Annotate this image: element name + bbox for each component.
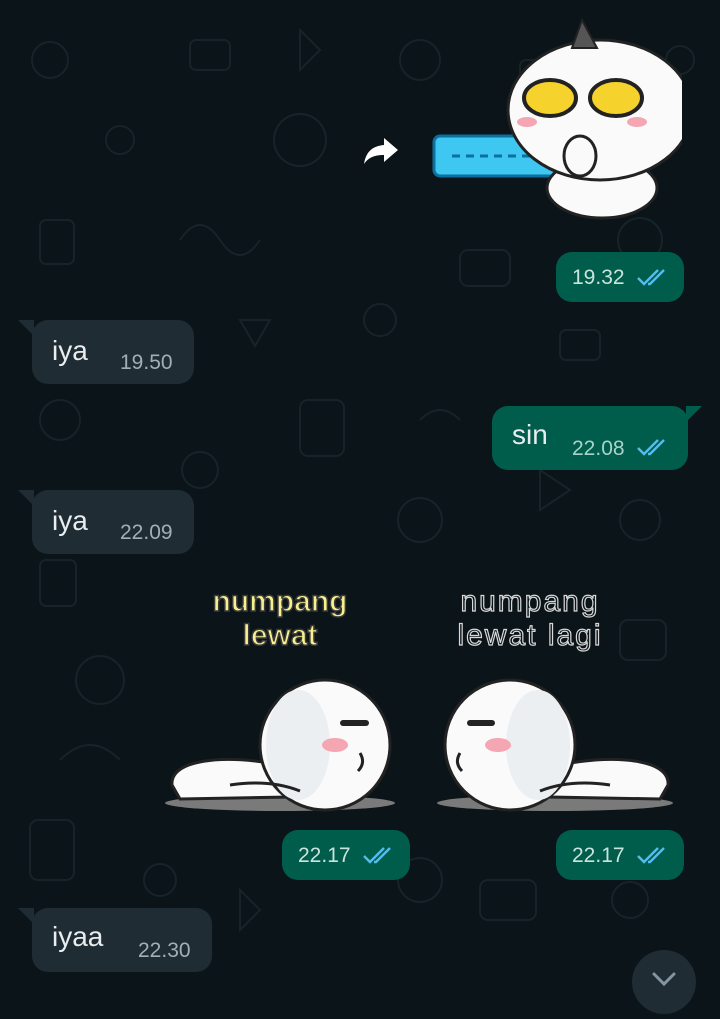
message-text: iya <box>52 335 88 366</box>
sticker-caption: numpang lewat <box>160 584 400 653</box>
sticker-caption: numpang lewat lagi <box>430 584 630 653</box>
scroll-to-bottom-button[interactable] <box>632 950 696 1014</box>
lying-character-sticker <box>437 678 673 812</box>
lying-character-sticker <box>165 678 395 812</box>
incoming-message[interactable]: iya 22.09 <box>32 490 194 554</box>
message-time: 22.09 <box>120 521 173 544</box>
message-time: 19.50 <box>120 351 173 374</box>
message-time: 22.17 <box>572 844 625 867</box>
message-time: 19.32 <box>572 266 625 289</box>
message-time: 22.30 <box>138 939 191 962</box>
chevron-down-icon <box>652 972 676 987</box>
gun-sticker <box>432 17 694 220</box>
sticker-time-badge: 19.32 <box>556 252 684 302</box>
message-time: 22.08 <box>572 437 625 460</box>
message-time: 22.17 <box>298 844 351 867</box>
double-check-icon <box>636 268 670 288</box>
bubble-tail <box>686 406 702 422</box>
incoming-message[interactable]: iyaa 22.30 <box>32 908 212 972</box>
forward-arrow-icon[interactable] <box>360 128 404 172</box>
message-text: sin <box>512 419 548 450</box>
incoming-message[interactable]: iya 19.50 <box>32 320 194 384</box>
sticker-caption-line: lewat lagi <box>457 618 603 652</box>
double-check-icon <box>636 846 670 866</box>
message-text: iya <box>52 505 88 536</box>
double-check-icon <box>636 438 670 458</box>
sticker-caption-line: lewat <box>242 618 319 653</box>
outgoing-sticker-gun[interactable] <box>432 17 694 228</box>
outgoing-sticker-numpang-lewat[interactable]: numpang lewat <box>160 584 400 815</box>
sticker-time-badge: 22.17 <box>282 830 410 880</box>
outgoing-sticker-numpang-lewat-lagi[interactable]: numpang lewat lagi <box>430 584 680 815</box>
sticker-caption-line: numpang <box>212 584 349 619</box>
sticker-time-badge: 22.17 <box>556 830 684 880</box>
sticker-caption-line: numpang <box>460 584 600 618</box>
outgoing-message[interactable]: sin 22.08 <box>492 406 688 470</box>
message-text: iyaa <box>52 921 104 952</box>
double-check-icon <box>362 846 396 866</box>
